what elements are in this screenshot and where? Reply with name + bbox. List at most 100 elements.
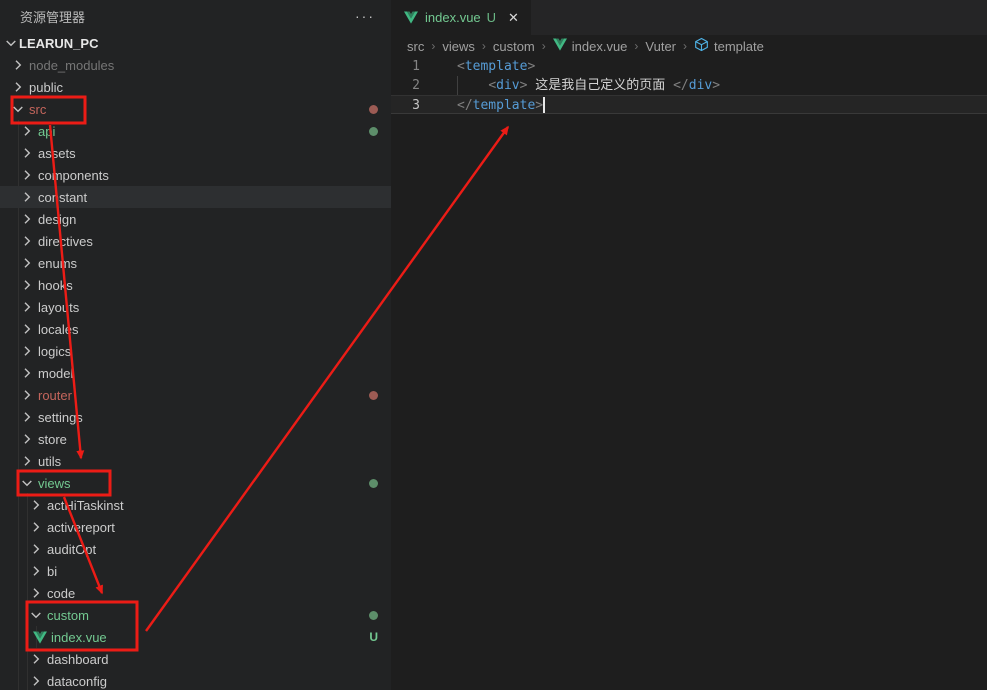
breadcrumb-label: custom — [493, 39, 535, 54]
tree-item-code[interactable]: code — [0, 582, 391, 604]
code-line[interactable]: 2 <div> 这是我自己定义的页面 </div> — [391, 76, 987, 95]
tree-item-locales[interactable]: locales — [0, 318, 391, 340]
line-number: 1 — [391, 57, 437, 76]
tree-item-assets[interactable]: assets — [0, 142, 391, 164]
chevron-right-icon — [19, 365, 35, 381]
tree-item-logics[interactable]: logics — [0, 340, 391, 362]
breadcrumb-item-Vuter[interactable]: Vuter — [645, 39, 676, 54]
tree-item-constant[interactable]: constant — [0, 186, 391, 208]
chevron-right-icon — [19, 255, 35, 271]
tree-item-label: public — [29, 80, 63, 95]
breadcrumb-label: template — [714, 39, 764, 54]
tree-root-folder[interactable]: LEARUN_PC — [0, 32, 391, 54]
tree-item-views[interactable]: views — [0, 472, 391, 494]
git-status-dot — [369, 127, 378, 136]
chevron-down-icon — [3, 35, 19, 51]
tree-item-router[interactable]: router — [0, 384, 391, 406]
tree-item-hooks[interactable]: hooks — [0, 274, 391, 296]
chevron-right-icon — [10, 57, 26, 73]
breadcrumb-item-template[interactable]: template — [694, 37, 764, 55]
tree-item-label: activereport — [47, 520, 115, 535]
editor-group: index.vue U ✕ src›views›custom›index.vue… — [391, 0, 987, 690]
tree-item-components[interactable]: components — [0, 164, 391, 186]
tree-item-api[interactable]: api — [0, 120, 391, 142]
chevron-down-icon — [19, 475, 35, 491]
tree-item-label: dataconfig — [47, 674, 107, 689]
chevron-right-icon — [28, 563, 44, 579]
breadcrumb-label: Vuter — [645, 39, 676, 54]
chevron-right-icon — [19, 321, 35, 337]
tree-item-label: assets — [38, 146, 76, 161]
chevron-right-icon — [19, 343, 35, 359]
breadcrumb-label: views — [442, 39, 475, 54]
tab-label: index.vue — [425, 10, 481, 25]
code-line[interactable]: 3</template> — [391, 95, 987, 114]
tree-item-custom[interactable]: custom — [0, 604, 391, 626]
breadcrumb-item-custom[interactable]: custom — [493, 39, 535, 54]
tab-git-status-badge: U — [487, 10, 496, 25]
tree-item-store[interactable]: store — [0, 428, 391, 450]
chevron-right-icon — [19, 233, 35, 249]
tree-item-label: locales — [38, 322, 78, 337]
tree-item-auditOpt[interactable]: auditOpt — [0, 538, 391, 560]
breadcrumb-item-index.vue[interactable]: index.vue — [553, 38, 628, 54]
explorer-sidebar: 资源管理器 ··· LEARUN_PC node_modulespublic sr… — [0, 0, 391, 690]
breadcrumb-separator: › — [482, 39, 486, 53]
tree-item-label: store — [38, 432, 67, 447]
tree-item-label: router — [38, 388, 72, 403]
tree-item-label: node_modules — [29, 58, 114, 73]
tree-item-design[interactable]: design — [0, 208, 391, 230]
tree-item-bi[interactable]: bi — [0, 560, 391, 582]
file-tree: node_modulespublic src api assets components… — [0, 54, 391, 690]
line-number: 2 — [391, 76, 437, 95]
tree-item-enums[interactable]: enums — [0, 252, 391, 274]
tree-item-label: hooks — [38, 278, 73, 293]
tab-bar: index.vue U ✕ — [391, 0, 987, 35]
tree-item-label: src — [29, 102, 46, 117]
tree-item-actHiTaskinst[interactable]: actHiTaskinst — [0, 494, 391, 516]
more-actions-icon[interactable]: ··· — [355, 11, 375, 21]
breadcrumb-item-views[interactable]: views — [442, 39, 475, 54]
tree-item-layouts[interactable]: layouts — [0, 296, 391, 318]
root-folder-label: LEARUN_PC — [19, 36, 98, 51]
tree-item-settings[interactable]: settings — [0, 406, 391, 428]
line-number: 3 — [391, 96, 437, 113]
breadcrumb-item-src[interactable]: src — [407, 39, 424, 54]
chevron-down-icon — [28, 607, 44, 623]
explorer-header: 资源管理器 ··· — [0, 0, 391, 32]
tree-item-activereport[interactable]: activereport — [0, 516, 391, 538]
tree-item-label: design — [38, 212, 76, 227]
tree-item-public[interactable]: public — [0, 76, 391, 98]
tree-item-label: views — [38, 476, 71, 491]
tree-item-dataconfig[interactable]: dataconfig — [0, 670, 391, 690]
chevron-right-icon — [28, 541, 44, 557]
tree-item-directives[interactable]: directives — [0, 230, 391, 252]
git-status-dot — [369, 479, 378, 488]
code-editor[interactable]: 1<template>2 <div> 这是我自己定义的页面 </div>3</t… — [391, 57, 987, 114]
chevron-right-icon — [19, 167, 35, 183]
tree-item-src[interactable]: src — [0, 98, 391, 120]
tree-item-node_modules[interactable]: node_modules — [0, 54, 391, 76]
tree-item-label: model — [38, 366, 73, 381]
tree-item-label: utils — [38, 454, 61, 469]
tree-item-model[interactable]: model — [0, 362, 391, 384]
tree-item-utils[interactable]: utils — [0, 450, 391, 472]
breadcrumb-separator: › — [683, 39, 687, 53]
breadcrumb-label: src — [407, 39, 424, 54]
tree-item-dashboard[interactable]: dashboard — [0, 648, 391, 670]
chevron-right-icon — [10, 79, 26, 95]
breadcrumb: src›views›custom›index.vue›Vuter›templat… — [391, 35, 987, 57]
explorer-title: 资源管理器 — [20, 7, 85, 26]
close-icon[interactable]: ✕ — [508, 10, 519, 26]
chevron-right-icon — [19, 189, 35, 205]
chevron-right-icon — [19, 387, 35, 403]
tree-item-index.vue[interactable]: index.vueU — [0, 626, 391, 648]
tree-item-label: constant — [38, 190, 87, 205]
tree-item-label: api — [38, 124, 55, 139]
chevron-right-icon — [28, 651, 44, 667]
tab-index-vue[interactable]: index.vue U ✕ — [391, 0, 531, 35]
tree-item-label: index.vue — [51, 630, 107, 645]
code-line[interactable]: 1<template> — [391, 57, 987, 76]
symbol-namespace-icon — [694, 37, 709, 55]
breadcrumb-separator: › — [542, 39, 546, 53]
